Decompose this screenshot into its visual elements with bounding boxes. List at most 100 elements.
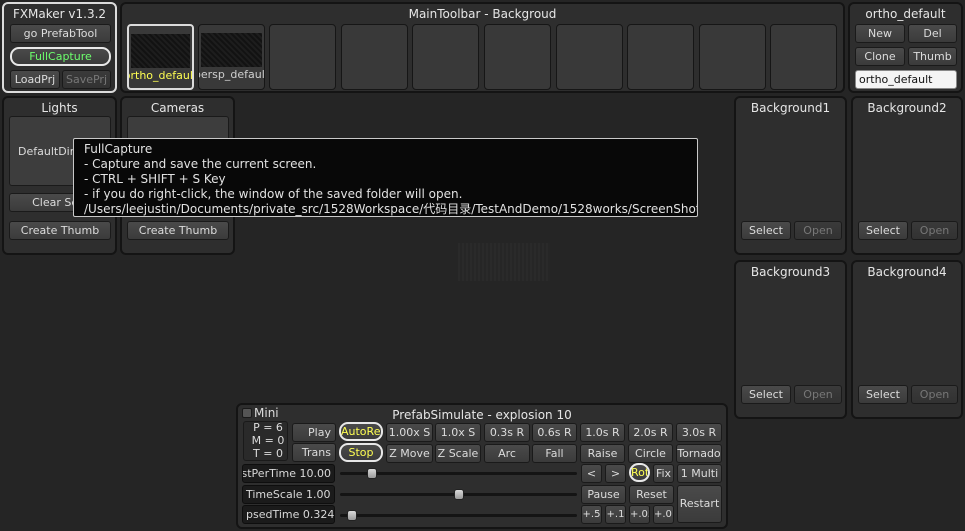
auto-ret-button[interactable]: AutoRet [339,422,383,441]
speed-1-0x-s-button[interactable]: 1.0x S [435,423,481,442]
slot-thumbnail [201,33,262,67]
save-project-button[interactable]: SavePrj [62,70,111,89]
tooltip-line: FullCapture [84,142,153,156]
speed-1-00x-s-button[interactable]: 1.00x S [386,423,433,442]
play-button[interactable]: Play [292,423,336,442]
fxmaker-title: FXMaker v1.3.2 [12,7,107,21]
per-time-field[interactable]: stPerTime 10.00 [242,464,335,483]
background4-title: Background4 [867,265,947,279]
full-capture-tooltip: FullCapture - Capture and save the curre… [73,138,698,217]
reset-button[interactable]: Reset [629,485,674,504]
repeat-1-0s-button[interactable]: 1.0s R [580,423,625,442]
camera-preset-panel: ortho_default New Del Clone Thumb ortho_… [848,2,963,93]
repeat-0-6s-button[interactable]: 0.6s R [532,423,577,442]
background1-panel: Background1 Select Open [734,96,847,255]
toolbar-slot-persp-default[interactable]: persp_default [198,24,265,90]
background2-select-button[interactable]: Select [858,221,908,240]
cameras-title: Cameras [150,101,205,115]
background1-title: Background1 [750,101,831,115]
tooltip-path: /Users/leejustin/Documents/private_src/1… [84,202,698,216]
go-prefab-tool-button[interactable]: go PrefabTool [10,24,111,43]
toolbar-slot-empty[interactable] [484,24,551,90]
z-move-button[interactable]: Z Move [386,444,433,463]
fxmaker-panel: FXMaker v1.3.2 go PrefabTool FullCapture… [2,2,117,93]
background3-panel: Background3 Select Open [734,260,847,419]
pause-button[interactable]: Pause [581,485,626,504]
step-plus-0-01-button[interactable]: +.01 [653,505,674,524]
step-plus-0-5-button[interactable]: +.5 [581,505,602,524]
background4-panel: Background4 Select Open [851,260,963,419]
toolbar-slot-empty[interactable] [699,24,766,90]
lights-title: Lights [41,101,78,115]
arc-button[interactable]: Arc [484,444,530,463]
toolbar-slot-empty[interactable] [412,24,479,90]
cameras-create-thumb-button[interactable]: Create Thumb [127,221,229,240]
background2-title: Background2 [867,101,947,115]
step-plus-0-1-button[interactable]: +.1 [605,505,626,524]
toolbar-slot-empty[interactable] [556,24,623,90]
timescale-field[interactable]: TimeScale 1.00 [242,485,335,504]
toolbar-slot-empty[interactable] [341,24,408,90]
background4-open-button[interactable]: Open [911,385,958,404]
elapsed-time-slider-knob[interactable] [346,510,357,521]
circle-button[interactable]: Circle [628,444,673,463]
main-toolbar: MainToolbar - Backgroud ortho_default pe… [120,2,845,93]
next-button[interactable]: > [605,464,626,483]
mini-toggle[interactable] [242,408,252,418]
repeat-2-0s-button[interactable]: 2.0s R [628,423,673,442]
background3-open-button[interactable]: Open [794,385,842,404]
elapsed-time-field[interactable]: psedTime 0.324 [242,505,335,524]
delete-button[interactable]: Del [908,24,957,43]
toolbar-slot-empty[interactable] [770,24,837,90]
new-button[interactable]: New [855,24,905,43]
tooltip-line: - CTRL + SHIFT + S Key [84,172,226,186]
toolbar-slot-empty[interactable] [269,24,336,90]
preset-name-field[interactable]: ortho_default [855,70,957,89]
light-item-label: DefaultDir [18,145,75,158]
step-plus-0-05-button[interactable]: +.05 [629,505,650,524]
time-count: T = 0 [253,447,283,460]
clone-button[interactable]: Clone [855,47,905,66]
particle-count: P = 6 [253,421,283,434]
background1-select-button[interactable]: Select [741,221,791,240]
mesh-count: M = 0 [251,434,285,447]
tooltip-line: - if you do right-click, the window of t… [84,187,463,201]
background2-open-button[interactable]: Open [911,221,958,240]
fix-button[interactable]: Fix [653,464,674,483]
timescale-slider-knob[interactable] [453,489,464,500]
scene-preview [458,243,550,281]
multi-button[interactable]: 1 Multi [677,464,722,483]
prefab-simulate-title: PrefabSimulate - explosion 10 [392,408,572,422]
thumb-button[interactable]: Thumb [908,47,957,66]
background3-select-button[interactable]: Select [741,385,791,404]
slot-label: persp_default [199,68,265,81]
per-time-slider-knob[interactable] [367,468,378,479]
main-toolbar-title: MainToolbar - Backgroud [408,7,557,21]
z-scale-button[interactable]: Z Scale [435,444,481,463]
full-capture-button[interactable]: FullCapture [10,47,111,66]
slot-label: ortho_default [127,69,194,82]
repeat-3-0s-button[interactable]: 3.0s R [676,423,722,442]
slot-thumbnail [131,34,190,68]
background3-title: Background3 [750,265,831,279]
background1-open-button[interactable]: Open [794,221,842,240]
raise-button[interactable]: Raise [580,444,625,463]
tooltip-line: - Capture and save the current screen. [84,157,317,171]
repeat-0-3s-button[interactable]: 0.3s R [484,423,530,442]
rotate-button[interactable]: Rot [629,463,650,482]
mini-label: Mini [254,406,279,420]
lights-create-thumb-button[interactable]: Create Thumb [9,221,111,240]
toolbar-slot-ortho-default[interactable]: ortho_default [127,24,194,90]
previous-button[interactable]: < [581,464,602,483]
load-project-button[interactable]: LoadPrj [10,70,60,89]
background4-select-button[interactable]: Select [858,385,908,404]
restart-button[interactable]: Restart [677,485,722,523]
background2-panel: Background2 Select Open [851,96,963,255]
tornado-button[interactable]: Tornado [676,444,722,463]
stop-button[interactable]: Stop [339,443,383,462]
fall-button[interactable]: Fall [532,444,577,463]
toolbar-slot-empty[interactable] [627,24,694,90]
elapsed-time-slider[interactable] [340,514,577,517]
trans-button[interactable]: Trans [292,443,336,462]
camera-preset-title: ortho_default [865,7,946,21]
